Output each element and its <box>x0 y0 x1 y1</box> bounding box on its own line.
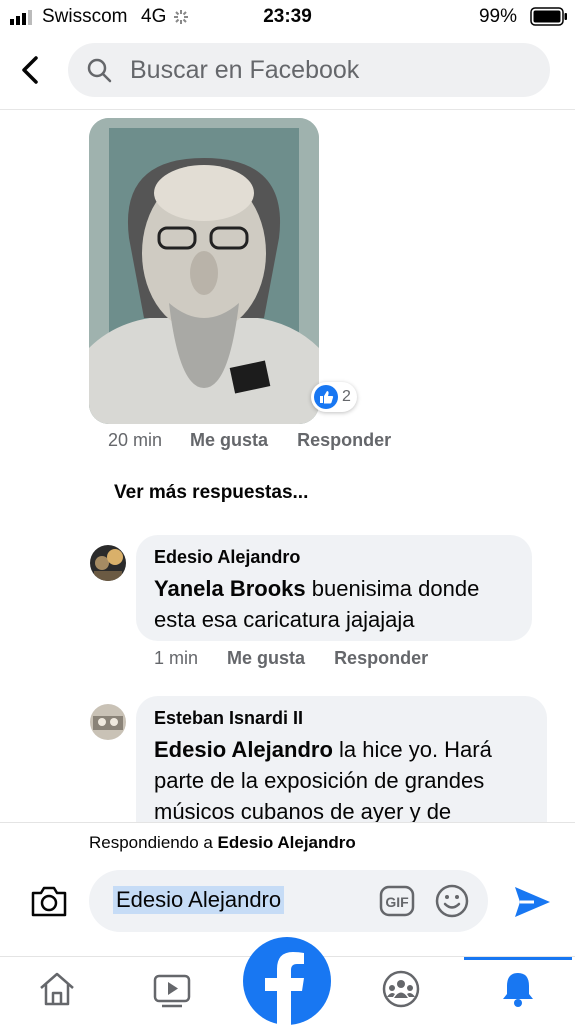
mention[interactable]: Yanela Brooks <box>154 576 306 601</box>
notifications-bell-icon[interactable] <box>498 969 538 1009</box>
mention[interactable]: Edesio Alejandro <box>154 737 333 762</box>
avatar[interactable] <box>90 704 126 740</box>
comment-author[interactable]: Edesio Alejandro <box>154 547 300 568</box>
comment-text-line: la hice yo. Hará <box>332 737 492 762</box>
reaction-summary[interactable]: 2 <box>311 382 357 412</box>
avatar-image <box>90 545 126 581</box>
svg-text:GIF: GIF <box>385 894 409 910</box>
search-placeholder: Buscar en Facebook <box>130 56 360 84</box>
header-divider <box>0 109 575 110</box>
comment-input[interactable]: Edesio Alejandro GIF <box>89 870 488 932</box>
comment-text-line: buenisima donde <box>305 576 480 601</box>
search-input[interactable]: Buscar en Facebook <box>68 43 550 97</box>
comment-text-line: esta esa caricatura jajajaja <box>154 607 415 632</box>
avatar-image <box>90 704 126 740</box>
home-icon[interactable] <box>37 969 77 1009</box>
photo-comment-actions: 20 min Me gusta Responder <box>108 430 391 451</box>
reply-link[interactable]: Responder <box>334 648 428 668</box>
battery-icon <box>530 7 567 26</box>
comment-time: 1 min <box>154 648 199 668</box>
comment-actions: 1 min Me gusta Responder <box>154 648 428 669</box>
facebook-f-icon <box>265 952 304 1025</box>
caricature-drawing <box>89 118 319 424</box>
reply-link[interactable]: Responder <box>297 430 391 450</box>
groups-icon[interactable] <box>381 969 421 1009</box>
comment-text-line: músicos cubanos de ayer y de <box>154 799 452 824</box>
video-icon[interactable] <box>152 969 192 1009</box>
battery-percent: 99% <box>478 6 517 27</box>
search-icon <box>87 58 112 83</box>
comment-author[interactable]: Esteban Isnardi II <box>154 708 303 729</box>
comment-time: 20 min <box>108 430 163 450</box>
more-replies-link[interactable]: Ver más respuestas... <box>114 482 308 504</box>
mention-tag[interactable]: Edesio Alejandro <box>113 886 285 914</box>
back-arrow-icon[interactable] <box>16 52 46 88</box>
caricature-image[interactable] <box>89 118 319 424</box>
like-reaction-icon <box>314 385 338 409</box>
gif-icon[interactable]: GIF <box>379 885 415 917</box>
comment-text-line: parte de la exposición de grandes <box>154 768 485 793</box>
emoji-icon[interactable] <box>435 884 469 918</box>
comment-bubble: Edesio Alejandro Yanela Brooks buenisima… <box>136 535 532 641</box>
facebook-logo-icon[interactable] <box>243 937 331 1025</box>
comment-text: Yanela Brooks buenisima donde esta esa c… <box>154 573 479 635</box>
replying-prefix: Respondiendo a <box>89 833 218 852</box>
active-tab-indicator <box>464 957 572 960</box>
send-icon[interactable] <box>512 882 552 922</box>
replying-target: Edesio Alejandro <box>217 833 356 852</box>
like-link[interactable]: Me gusta <box>227 648 305 668</box>
like-link[interactable]: Me gusta <box>190 430 268 450</box>
camera-icon[interactable] <box>28 880 70 922</box>
avatar[interactable] <box>90 545 126 581</box>
comment-text: Edesio Alejandro la hice yo. Hará parte … <box>154 734 492 827</box>
status-bar: Swisscom 4G 23:39 99% <box>0 0 575 32</box>
reaction-count: 2 <box>342 388 351 405</box>
replying-to-label: Respondiendo a Edesio Alejandro <box>89 833 356 853</box>
